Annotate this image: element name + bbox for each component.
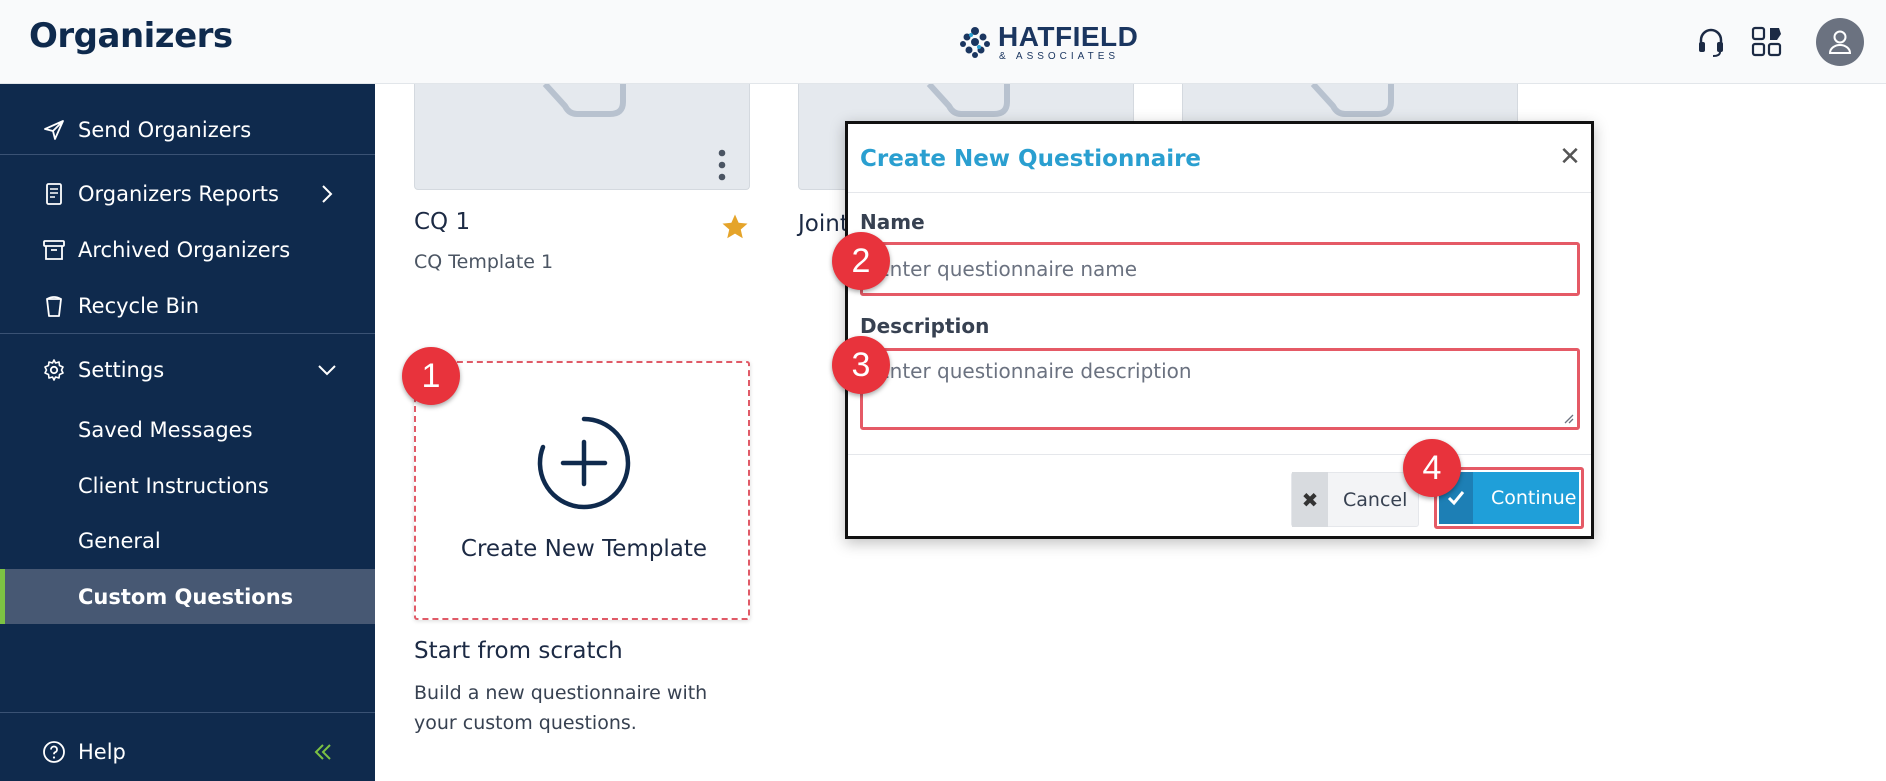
user-icon [1828,30,1852,54]
sidebar-item-recycle-bin[interactable]: Recycle Bin [0,286,375,326]
apps-grid-icon[interactable] [1749,24,1785,60]
send-icon [44,120,64,140]
close-x-icon: ✖ [1292,472,1328,527]
sidebar-item-general[interactable]: General [0,513,375,568]
sidebar-item-settings[interactable]: Settings [0,350,375,390]
name-input[interactable] [863,245,1577,293]
gear-icon [44,359,64,381]
page-title: Organizers [29,16,233,56]
top-header: Organizers HATFIELD & ASSOCIATES [0,0,1886,84]
user-avatar[interactable] [1816,18,1864,66]
step-badge: 3 [832,336,890,394]
create-template-label: Create New Template [460,536,708,562]
sidebar-item-label: Custom Questions [78,584,294,609]
modal-divider [848,192,1591,193]
chevron-down-icon [318,365,336,376]
collapse-sidebar-icon[interactable] [312,741,334,763]
sidebar-item-help[interactable]: Help [0,722,375,781]
sidebar-divider [0,712,375,713]
sidebar-item-label: Organizers Reports [78,182,279,206]
start-from-scratch-description: Build a new questionnaire with your cust… [414,682,708,734]
more-options-icon[interactable] [717,148,727,182]
name-label: Name [860,210,925,234]
cancel-button-label: Cancel [1343,488,1408,511]
help-icon [43,741,65,763]
start-from-scratch-title: Start from scratch [414,638,623,664]
sidebar-item-organizers-reports[interactable]: Organizers Reports [0,174,375,214]
trash-icon [46,296,62,317]
resize-handle-icon[interactable] [1562,412,1574,424]
headset-icon[interactable] [1693,24,1729,60]
description-textarea[interactable] [863,351,1577,427]
sidebar-item-saved-messages[interactable]: Saved Messages [0,402,375,457]
create-questionnaire-modal: Create New Questionnaire ✕ Name Descript… [845,121,1594,539]
sidebar-item-label: Client Instructions [78,473,269,498]
modal-title: Create New Questionnaire [860,146,1202,172]
sidebar-item-label: Send Organizers [78,118,252,142]
sidebar-item-label: Recycle Bin [78,294,200,318]
favorite-star-icon[interactable] [720,212,750,242]
logo-mark-icon [960,27,990,58]
sidebar-item-archived-organizers[interactable]: Archived Organizers [0,230,375,270]
close-icon[interactable]: ✕ [1557,144,1583,170]
template-title[interactable]: CQ 1 [414,209,470,235]
report-icon [46,183,62,205]
sidebar: Send Organizers Organizers Reports Archi… [0,84,375,781]
name-input-wrapper [860,242,1580,296]
step-badge: 4 [1403,439,1461,497]
sidebar-item-label: Help [78,740,126,764]
sidebar-item-label: Archived Organizers [78,238,291,262]
company-logo: HATFIELD & ASSOCIATES [958,20,1138,64]
sidebar-item-client-instructions[interactable]: Client Instructions [0,458,375,513]
sidebar-divider [0,154,375,155]
sidebar-item-send-organizers[interactable]: Send Organizers [0,110,375,150]
template-title[interactable]: Joint [798,211,849,237]
document-placeholder-icon [542,84,626,117]
add-circle-icon [537,416,631,510]
sidebar-item-custom-questions[interactable]: Custom Questions [0,569,375,624]
cancel-button[interactable]: ✖ Cancel [1291,472,1419,527]
logo-name: HATFIELD [998,20,1139,52]
sidebar-item-label: General [78,528,161,553]
description-input-wrapper [860,348,1580,430]
sidebar-item-label: Settings [78,358,165,382]
logo-subtitle: & ASSOCIATES [999,50,1120,62]
template-thumbnail[interactable] [414,84,750,190]
archive-icon [43,240,65,260]
chevron-right-icon [322,185,333,203]
template-subtitle: CQ Template 1 [414,251,554,273]
sidebar-divider [0,333,375,334]
create-new-template-card[interactable]: Create New Template [414,361,750,620]
step-badge: 2 [832,232,890,290]
sidebar-item-label: Saved Messages [78,417,253,442]
step-badge: 1 [402,347,460,405]
modal-divider [848,454,1591,455]
continue-button-label: Continue [1491,487,1577,509]
description-label: Description [860,314,990,338]
